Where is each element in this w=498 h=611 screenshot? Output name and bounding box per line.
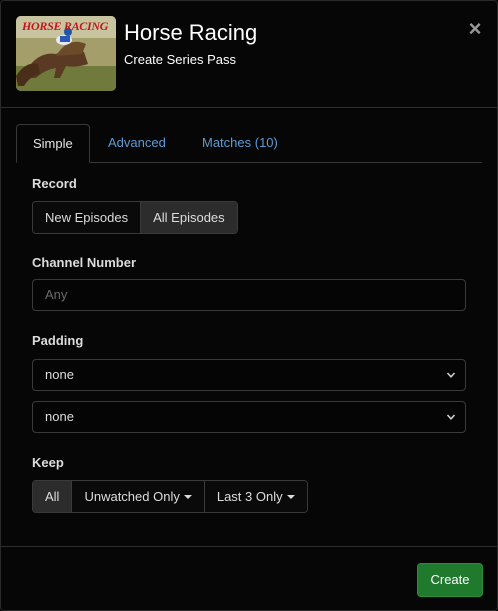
caret-down-icon [183,495,192,499]
thumbnail-title-text: HORSE RACING [22,19,109,33]
tab-advanced[interactable]: Advanced [92,124,182,161]
keep-unwatched-only-dropdown[interactable]: Unwatched Only [71,481,204,512]
record-all-episodes-button[interactable]: All Episodes [140,202,237,233]
page-subtitle: Create Series Pass [124,52,236,67]
keep-toggle-group: All Unwatched Only Last 3 Only [32,480,308,513]
keep-last-3-only-label: Last 3 Only [216,489,283,504]
chevron-down-icon [446,414,456,420]
record-toggle-group: New Episodes All Episodes [32,201,238,234]
keep-label: Keep [32,455,64,470]
keep-unwatched-only-label: Unwatched Only [84,489,180,504]
series-pass-modal: HORSE RACING Horse Racing Create Series … [0,0,498,611]
show-thumbnail: HORSE RACING [16,16,116,91]
page-title: Horse Racing [124,20,258,45]
create-button[interactable]: Create [417,563,483,597]
padding-start-select[interactable]: none [32,359,466,391]
tab-matches[interactable]: Matches (10) [186,124,294,161]
record-label: Record [32,176,77,191]
padding-end-value: none [45,409,74,424]
channel-number-input[interactable]: Any [32,279,466,311]
record-new-episodes-button[interactable]: New Episodes [33,202,141,233]
padding-start-value: none [45,367,74,382]
chevron-down-icon [446,372,456,378]
padding-end-select[interactable]: none [32,401,466,433]
caret-down-icon [286,495,295,499]
keep-last-3-only-dropdown[interactable]: Last 3 Only [203,481,307,512]
keep-all-button[interactable]: All [33,481,72,512]
tab-bar: Simple Advanced Matches (10) [16,124,482,163]
close-icon[interactable]: × [466,18,484,40]
channel-number-label: Channel Number [32,255,137,270]
modal-header: HORSE RACING Horse Racing Create Series … [1,1,497,108]
padding-label: Padding [32,333,84,348]
tab-simple[interactable]: Simple [16,124,90,163]
